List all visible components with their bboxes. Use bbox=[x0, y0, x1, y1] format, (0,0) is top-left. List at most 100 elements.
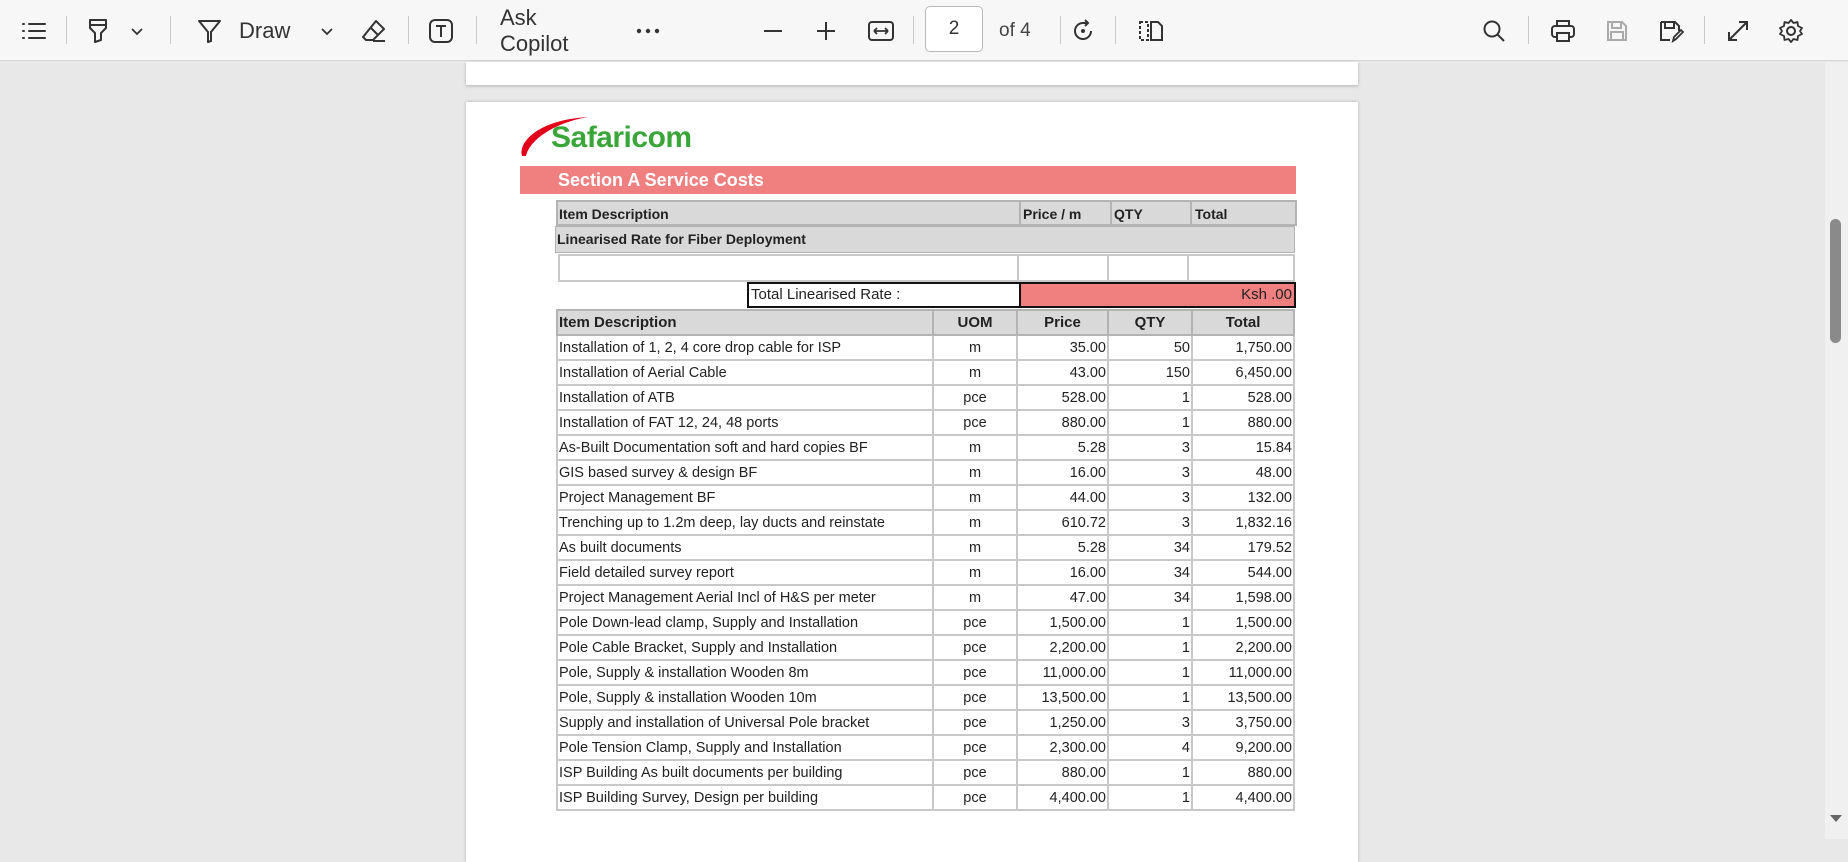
cell-qty: 150 bbox=[1107, 359, 1193, 386]
cell-qty: 34 bbox=[1107, 559, 1193, 586]
cell-total: 1,750.00 bbox=[1191, 334, 1295, 361]
page-number-input[interactable]: 2 bbox=[925, 6, 983, 52]
scrollbar-thumb[interactable] bbox=[1830, 219, 1841, 343]
table-row: Trenching up to 1.2m deep, lay ducts and… bbox=[556, 509, 1295, 536]
cell-total: 13,500.00 bbox=[1191, 684, 1295, 711]
cell-desc: As built documents bbox=[556, 534, 934, 561]
scroll-down-arrow-icon[interactable] bbox=[1829, 813, 1843, 823]
draw-pen-icon bbox=[196, 17, 224, 45]
table-row: Pole, Supply & installation Wooden 10m pc… bbox=[556, 684, 1295, 711]
cell-qty: 50 bbox=[1107, 334, 1193, 361]
section-title: Section A Service Costs bbox=[520, 166, 1296, 194]
cell-total: 48.00 bbox=[1191, 459, 1295, 486]
cell-uom: pce bbox=[932, 384, 1018, 411]
cell-desc: Pole Tension Clamp, Supply and Installat… bbox=[556, 734, 934, 761]
cell-desc: Installation of 1, 2, 4 core drop cable … bbox=[556, 334, 934, 361]
cell-price: 1,500.00 bbox=[1016, 609, 1109, 636]
cell-price: 47.00 bbox=[1016, 584, 1109, 611]
cell-uom: pce bbox=[932, 734, 1018, 761]
table-row: Pole Down-lead clamp, Supply and Install… bbox=[556, 609, 1295, 636]
cell-qty: 3 bbox=[1107, 509, 1193, 536]
cell-total: 1,832.16 bbox=[1191, 509, 1295, 536]
fullscreen-icon[interactable] bbox=[1718, 0, 1758, 61]
cell-uom: pce bbox=[932, 759, 1018, 786]
cell-qty: 1 bbox=[1107, 659, 1193, 686]
cell-uom: m bbox=[932, 484, 1018, 511]
cell-total: 1,598.00 bbox=[1191, 584, 1295, 611]
draw-label: Draw bbox=[239, 17, 291, 43]
cell-total: 880.00 bbox=[1191, 759, 1295, 786]
column-header: Price bbox=[1016, 309, 1109, 336]
table-row: As built documents m 5.28 34 179.52 bbox=[556, 534, 1295, 561]
cell-uom: pce bbox=[932, 784, 1018, 811]
safaricom-logo: Safaricom bbox=[518, 112, 718, 164]
table-row: ISP Building As built documents per buil… bbox=[556, 759, 1295, 786]
header-price-per-m: Price / m bbox=[1023, 206, 1082, 222]
total-linearised-label: Total Linearised Rate : bbox=[747, 282, 1022, 308]
cell-qty: 34 bbox=[1107, 584, 1193, 611]
service-costs-table: Item Description UOM Price QTY Total Ins… bbox=[556, 309, 1295, 811]
vertical-scrollbar[interactable] bbox=[1825, 62, 1848, 839]
cell-uom: pce bbox=[932, 634, 1018, 661]
chevron-down-icon[interactable] bbox=[117, 0, 157, 61]
cell-qty: 1 bbox=[1107, 609, 1193, 636]
table-header-row: Item Description UOM Price QTY Total bbox=[556, 309, 1295, 336]
more-icon[interactable] bbox=[628, 0, 668, 61]
page-view-icon[interactable] bbox=[1130, 0, 1170, 61]
table-row: Field detailed survey report m 16.00 34 544.… bbox=[556, 559, 1295, 586]
highlighter-icon[interactable] bbox=[78, 0, 118, 61]
column-header: UOM bbox=[932, 309, 1018, 336]
toolbar-divider bbox=[1060, 16, 1061, 44]
draw-button[interactable]: Draw bbox=[196, 0, 336, 61]
document-page: Safaricom Section A Service Costs Item D… bbox=[466, 102, 1358, 862]
cell-uom: m bbox=[932, 559, 1018, 586]
table-row: Installation of 1, 2, 4 core drop cable … bbox=[556, 334, 1295, 361]
toolbar-divider bbox=[408, 16, 409, 44]
cell-desc: Project Management Aerial Incl of H&S pe… bbox=[556, 584, 934, 611]
cell-price: 35.00 bbox=[1016, 334, 1109, 361]
column-header: QTY bbox=[1107, 309, 1193, 336]
chevron-down-icon[interactable] bbox=[320, 26, 334, 36]
table-row: Installation of FAT 12, 24, 48 ports pce 8… bbox=[556, 409, 1295, 436]
cell-desc: Pole, Supply & installation Wooden 8m bbox=[556, 659, 934, 686]
table-row: Installation of ATB pce 528.00 1 528.00 bbox=[556, 384, 1295, 411]
table-row: Project Management Aerial Incl of H&S pe… bbox=[556, 584, 1295, 611]
save-as-icon[interactable] bbox=[1651, 0, 1691, 61]
ask-copilot-label: Ask Copilot bbox=[500, 4, 569, 56]
toolbar-divider bbox=[1704, 16, 1705, 44]
cell-price: 528.00 bbox=[1016, 384, 1109, 411]
cell-desc: Installation of FAT 12, 24, 48 ports bbox=[556, 409, 934, 436]
zoom-in-icon[interactable] bbox=[806, 0, 846, 61]
table-row: Pole Cable Bracket, Supply and Installat… bbox=[556, 634, 1295, 661]
cell-qty: 3 bbox=[1107, 709, 1193, 736]
logo-text: Safaricom bbox=[551, 121, 692, 154]
cell-total: 3,750.00 bbox=[1191, 709, 1295, 736]
cell-qty: 4 bbox=[1107, 734, 1193, 761]
text-box-icon[interactable] bbox=[421, 0, 461, 61]
cell-desc: Pole Down-lead clamp, Supply and Install… bbox=[556, 609, 934, 636]
print-icon[interactable] bbox=[1543, 0, 1583, 61]
cell-desc: Supply and installation of Universal Pol… bbox=[556, 709, 934, 736]
table-row: GIS based survey & design BF m 16.00 3 48.00 bbox=[556, 459, 1295, 486]
cell-qty: 1 bbox=[1107, 634, 1193, 661]
cell-qty: 1 bbox=[1107, 384, 1193, 411]
cell-price: 44.00 bbox=[1016, 484, 1109, 511]
rotate-icon[interactable] bbox=[1063, 0, 1103, 61]
cell-uom: m bbox=[932, 334, 1018, 361]
eraser-icon[interactable] bbox=[354, 0, 394, 61]
linearised-rate-label: Linearised Rate for Fiber Deployment bbox=[555, 226, 1295, 253]
cell-total: 2,200.00 bbox=[1191, 634, 1295, 661]
cell-price: 16.00 bbox=[1016, 459, 1109, 486]
table-row: Supply and installation of Universal Pol… bbox=[556, 709, 1295, 736]
settings-icon[interactable] bbox=[1771, 0, 1811, 61]
cell-uom: m bbox=[932, 434, 1018, 461]
cell-uom: pce bbox=[932, 609, 1018, 636]
contents-icon[interactable] bbox=[14, 0, 54, 61]
search-icon[interactable] bbox=[1474, 0, 1514, 61]
previous-page bbox=[466, 62, 1358, 85]
ask-copilot-button[interactable]: Ask Copilot bbox=[500, 0, 610, 61]
zoom-out-icon[interactable] bbox=[753, 0, 793, 61]
cell-total: 11,000.00 bbox=[1191, 659, 1295, 686]
fit-width-icon[interactable] bbox=[861, 0, 901, 61]
cell-price: 1,250.00 bbox=[1016, 709, 1109, 736]
